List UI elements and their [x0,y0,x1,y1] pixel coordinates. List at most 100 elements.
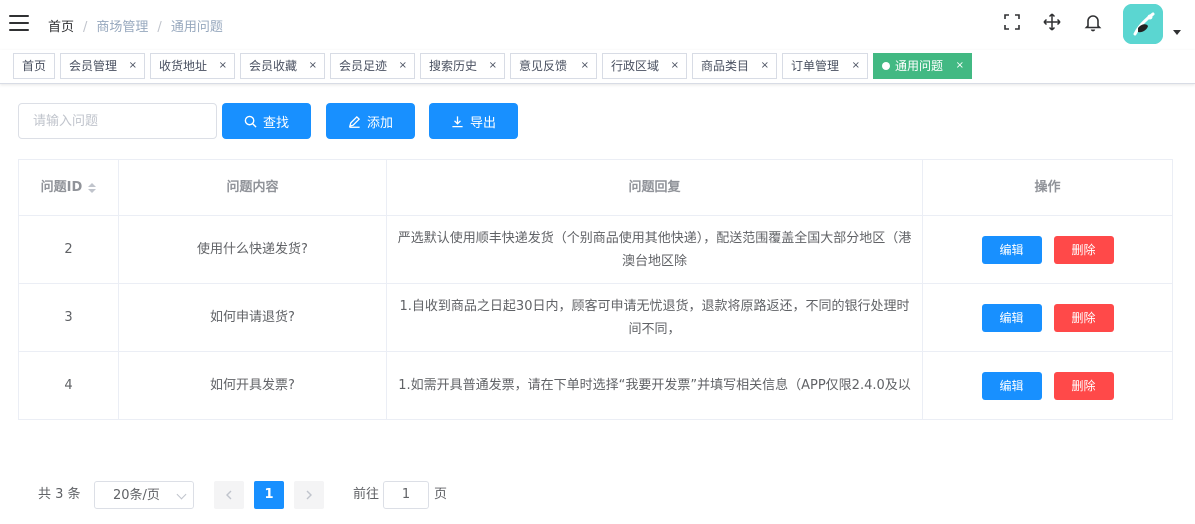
table-row: 4 如何开具发票? 1.如需开具普通发票，请在下单时选择“我要开发票”并填写相关… [19,352,1172,419]
hamburger-icon[interactable] [9,15,29,31]
fullscreen-icon[interactable] [1002,12,1022,32]
column-header-id[interactable]: 问题ID [19,160,119,215]
cell-id: 3 [19,284,119,351]
pagination-total: 共 3 条 [38,487,81,502]
column-header-answer: 问题回复 [387,160,923,215]
question-search-input[interactable] [18,103,217,139]
chevron-down-icon [176,489,187,500]
tag-label: 搜索历史 [429,59,478,73]
breadcrumb: 首页 / 商场管理 / 通用问题 [48,16,223,35]
breadcrumb-separator: / [83,20,88,35]
cell-actions: 编辑 删除 [923,216,1172,283]
breadcrumb-item-home[interactable]: 首页 [48,20,74,35]
delete-button[interactable]: 删除 [1053,303,1114,332]
cell-actions: 编辑 删除 [923,352,1172,419]
add-button[interactable]: 添加 [326,103,415,139]
close-icon[interactable]: × [309,54,317,78]
tag-label: 订单管理 [791,59,840,73]
breadcrumb-item-current: 通用问题 [170,20,223,35]
tag-member-management[interactable]: 会员管理 × [60,53,145,79]
breadcrumb-separator: / [157,20,162,35]
tag-member-footprints[interactable]: 会员足迹 × [330,53,415,79]
column-header-label: 问题内容 [226,180,279,195]
delete-button[interactable]: 删除 [1053,235,1114,264]
table-row: 2 使用什么快递发货? 严选默认使用顺丰快递发货（个别商品使用其他快递），配送范… [19,216,1172,284]
edit-icon [348,115,361,128]
cell-answer: 严选默认使用顺丰快递发货（个别商品使用其他快递），配送范围覆盖全国大部分地区（港… [387,216,923,283]
column-header-label: 操作 [1034,180,1061,195]
page-number-button[interactable]: 1 [254,481,284,509]
edit-button[interactable]: 编辑 [981,303,1042,332]
close-icon[interactable]: × [956,54,964,78]
tag-label: 意见反馈 [519,59,568,73]
tag-common-questions[interactable]: 通用问题 × [873,53,972,79]
close-icon[interactable]: × [761,54,769,78]
tag-search-history[interactable]: 搜索历史 × [420,53,505,79]
search-icon [244,115,257,128]
tag-label: 收货地址 [159,59,208,73]
tag-label: 商品类目 [701,59,750,73]
tag-label: 通用问题 [895,59,944,73]
column-header-actions: 操作 [923,160,1172,215]
close-icon[interactable]: × [129,54,137,78]
table-row: 3 如何申请退货? 1.自收到商品之日起30日内，顾客可申请无忧退货，退款将原路… [19,284,1172,352]
close-icon[interactable]: × [399,54,407,78]
prev-page-button[interactable] [214,481,244,509]
close-icon[interactable]: × [852,54,860,78]
close-icon[interactable]: × [219,54,227,78]
download-icon [452,115,463,127]
tags-view: 首页 会员管理 × 收货地址 × 会员收藏 × 会员足迹 × 搜索历史 × 意见反馈 × 行… [0,50,1195,84]
delete-button[interactable]: 删除 [1053,371,1114,400]
active-dot-icon [882,62,890,70]
column-header-question: 问题内容 [119,160,387,215]
tag-order-management[interactable]: 订单管理 × [782,53,868,79]
tag-label: 行政区域 [611,59,660,73]
tag-label: 会员管理 [69,59,118,73]
table-header-row: 问题ID 问题内容 问题回复 操作 [19,160,1172,216]
cell-id: 4 [19,352,119,419]
column-header-label: 问题回复 [628,180,681,195]
page-size-select[interactable]: 20条/页 [94,481,194,509]
move-icon[interactable] [1042,12,1062,32]
cell-actions: 编辑 删除 [923,284,1172,351]
cell-question: 如何申请退货? [119,284,387,351]
close-icon[interactable]: × [581,54,589,78]
edit-button[interactable]: 编辑 [981,235,1042,264]
export-button-label: 导出 [469,115,496,131]
close-icon[interactable]: × [489,54,497,78]
cell-question: 使用什么快递发货? [119,216,387,283]
next-page-button[interactable] [294,481,324,509]
cell-question: 如何开具发票? [119,352,387,419]
goto-suffix: 页 [434,487,448,502]
close-icon[interactable]: × [671,54,679,78]
avatar[interactable] [1123,4,1163,44]
search-button-label: 查找 [262,115,289,131]
tag-label: 会员收藏 [249,59,298,73]
add-button-label: 添加 [366,115,393,131]
cell-id: 2 [19,216,119,283]
edit-button[interactable]: 编辑 [981,371,1042,400]
tag-region[interactable]: 行政区域 × [602,53,687,79]
sort-icon[interactable] [88,182,97,193]
questions-table: 问题ID 问题内容 问题回复 操作 2 使用什么快递发货? 严选默认使用顺丰快递… [18,159,1173,420]
column-header-label: 问题ID [40,180,83,195]
tag-label: 会员足迹 [339,59,388,73]
export-button[interactable]: 导出 [429,103,518,139]
caret-down-icon[interactable] [1173,30,1181,35]
goto-page-input[interactable] [383,481,429,509]
navbar: 首页 / 商场管理 / 通用问题 [0,0,1195,50]
tag-shipping-address[interactable]: 收货地址 × [150,53,235,79]
breadcrumb-item-mall: 商场管理 [96,20,149,35]
tag-home[interactable]: 首页 [13,53,55,79]
chevron-right-icon [306,490,312,500]
chevron-left-icon [226,490,232,500]
cell-answer: 1.如需开具普通发票，请在下单时选择“我要开发票”并填写相关信息（APP仅限2.… [387,352,923,419]
goto-prefix: 前往 [353,487,380,502]
page-size-value: 20条/页 [113,488,160,503]
tag-member-favorites[interactable]: 会员收藏 × [240,53,325,79]
tag-feedback[interactable]: 意见反馈 × [510,53,597,79]
tag-product-category[interactable]: 商品类目 × [692,53,777,79]
search-button[interactable]: 查找 [222,103,311,139]
tag-label: 首页 [22,59,47,73]
bell-icon[interactable] [1083,12,1103,32]
